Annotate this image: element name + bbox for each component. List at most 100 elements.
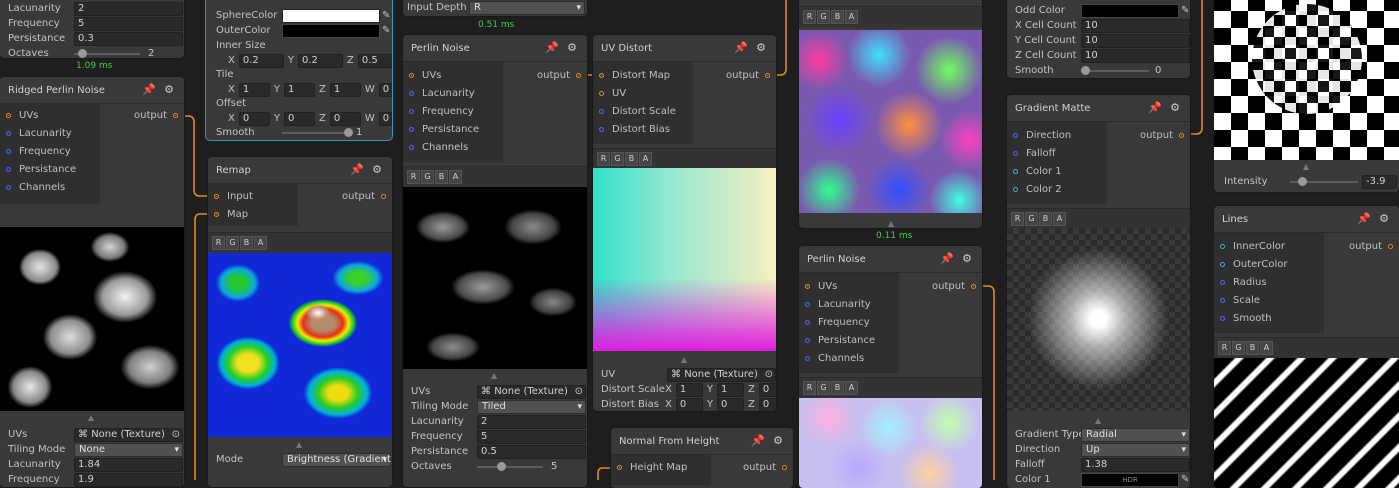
direction-dropdown[interactable]: Up — [1081, 442, 1190, 457]
channel-a-toggle[interactable]: A — [639, 152, 652, 166]
gradient-type-dropdown[interactable]: Radial — [1081, 427, 1190, 442]
channel-r-toggle[interactable]: R — [597, 152, 610, 166]
channel-b-toggle[interactable]: B — [831, 381, 844, 395]
uvs-texture-field[interactable]: ⌘ None (Texture) ⊙ — [477, 384, 586, 399]
node-header[interactable]: Normal From Height 📌 ⚙ — [611, 428, 793, 455]
input-port-channels[interactable]: Channels — [403, 138, 503, 156]
pin-icon[interactable]: 📌 — [142, 83, 156, 97]
remap-node[interactable]: Remap 📌 ⚙ Input Map output R G B A ▲ Mod… — [208, 157, 392, 487]
channel-b-toggle[interactable]: B — [1246, 341, 1259, 355]
scale-z-field[interactable]: 0 — [758, 382, 776, 397]
odd-color-swatch[interactable] — [1081, 3, 1179, 18]
input-port-lacunarity[interactable]: Lacunarity — [0, 124, 100, 142]
input-port-input[interactable]: Input — [208, 187, 298, 205]
output-port[interactable]: output — [1324, 237, 1399, 255]
scale-x-field[interactable]: 1 — [675, 382, 703, 397]
input-port-uv[interactable]: UV — [593, 84, 693, 102]
gear-icon[interactable]: ⚙ — [754, 41, 768, 55]
smooth-value[interactable]: 1 — [356, 127, 362, 138]
collapse-arrow-icon[interactable]: ▲ — [681, 355, 687, 364]
distort-preview-node[interactable]: R G B A — [799, 0, 982, 228]
input-port-distort-map[interactable]: Distort Map — [593, 66, 693, 84]
input-port-channels[interactable]: Channels — [799, 349, 899, 367]
gradient-matte-node[interactable]: Gradient Matte 📌 ⚙ Direction Falloff Col… — [1007, 95, 1190, 488]
smooth-slider[interactable] — [1081, 65, 1149, 75]
node-header[interactable]: Perlin Noise 📌 ⚙ — [403, 35, 587, 62]
gear-icon[interactable]: ⚙ — [370, 163, 384, 177]
y-cell-count-field[interactable]: 10 — [1081, 33, 1190, 48]
output-port[interactable]: output — [1107, 126, 1190, 144]
octaves-value[interactable]: 5 — [551, 461, 557, 472]
scale-y-field[interactable]: 1 — [716, 382, 744, 397]
channel-a-toggle[interactable]: A — [1260, 341, 1273, 355]
octaves-slider[interactable] — [74, 48, 140, 58]
persistance-field[interactable]: 0.3 — [74, 31, 183, 46]
gear-icon[interactable]: ⚙ — [162, 83, 176, 97]
lacunarity-field[interactable]: 1.84 — [74, 457, 183, 472]
channel-b-toggle[interactable]: B — [240, 236, 253, 250]
eyedropper-icon[interactable]: ✎ — [382, 25, 390, 36]
frequency-field[interactable]: 5 — [74, 16, 183, 31]
input-port-scale[interactable]: Scale — [1214, 291, 1324, 309]
channel-a-toggle[interactable]: A — [449, 170, 462, 184]
perlin-noise-node-2[interactable]: Perlin Noise 📌 ⚙ UVs Lacunarity Frequenc… — [799, 246, 982, 488]
node-header[interactable]: Lines 📌 ⚙ — [1214, 206, 1399, 233]
lines-node[interactable]: Lines 📌 ⚙ InnerColor OuterColor Radius S… — [1214, 206, 1399, 488]
pin-icon[interactable]: 📌 — [545, 41, 559, 55]
node-header[interactable]: Perlin Noise 📌 ⚙ — [799, 246, 982, 273]
channel-a-toggle[interactable]: A — [1053, 212, 1066, 226]
input-port-uvs[interactable]: UVs — [0, 106, 100, 124]
circles-node[interactable]: ▲ Intensity -3.9 — [1214, 0, 1399, 192]
collapse-arrow-icon[interactable]: ▲ — [1095, 416, 1101, 425]
input-port-frequency[interactable]: Frequency — [0, 142, 100, 160]
input-port-color-2[interactable]: Color 2 — [1007, 180, 1107, 198]
input-port-persistance[interactable]: Persistance — [0, 160, 100, 178]
eyedropper-icon[interactable]: ✎ — [1181, 5, 1189, 16]
input-port-map[interactable]: Map — [208, 205, 298, 223]
uvs-texture-field[interactable]: ⌘ None (Texture) ⊙ — [74, 427, 183, 442]
tile-y-field[interactable]: 1 — [283, 82, 315, 97]
pin-icon[interactable]: 📌 — [940, 252, 954, 266]
outer-color-swatch[interactable] — [282, 23, 380, 38]
input-port-distort-scale[interactable]: Distort Scale — [593, 102, 693, 120]
bias-z-field[interactable]: 0 — [758, 397, 776, 411]
collapse-arrow-icon[interactable]: ▲ — [88, 413, 94, 422]
output-port[interactable]: output — [298, 187, 392, 205]
input-port-frequency[interactable]: Frequency — [403, 102, 503, 120]
gear-icon[interactable]: ⚙ — [565, 41, 579, 55]
channel-b-toggle[interactable]: B — [831, 10, 844, 24]
input-port-color-1[interactable]: Color 1 — [1007, 162, 1107, 180]
uv-texture-field[interactable]: ⌘ None (Texture) ⊙ — [667, 367, 776, 382]
input-port-persistance[interactable]: Persistance — [799, 331, 899, 349]
channel-r-toggle[interactable]: R — [1011, 212, 1024, 226]
uv-distort-node[interactable]: UV Distort 📌 ⚙ Distort Map UV Distort Sc… — [593, 35, 776, 411]
checker-node[interactable]: Odd Color ✎ X Cell Count 10 Y Cell Count… — [1007, 0, 1190, 78]
node-header[interactable]: Ridged Perlin Noise 📌 ⚙ — [0, 77, 184, 104]
intensity-slider[interactable] — [1290, 176, 1358, 186]
node-header[interactable]: Remap 📌 ⚙ — [208, 157, 392, 184]
bias-y-field[interactable]: 0 — [716, 397, 744, 411]
collapse-arrow-icon[interactable]: ▲ — [1303, 162, 1309, 171]
channel-g-toggle[interactable]: G — [421, 170, 434, 184]
z-cell-count-field[interactable]: 10 — [1081, 48, 1190, 63]
octaves-slider[interactable] — [477, 461, 543, 471]
channel-b-toggle[interactable]: B — [625, 152, 638, 166]
pin-icon[interactable]: 📌 — [1357, 212, 1371, 226]
input-port-persistance[interactable]: Persistance — [403, 120, 503, 138]
node-header[interactable]: UV Distort 📌 ⚙ — [593, 35, 776, 62]
smooth-value[interactable]: 0 — [1155, 65, 1161, 76]
tile-z-field[interactable]: 1 — [329, 82, 361, 97]
persistance-field[interactable]: 0.5 — [477, 444, 586, 459]
pin-icon[interactable]: 📌 — [350, 163, 364, 177]
input-port-frequency[interactable]: Frequency — [799, 313, 899, 331]
lacunarity-field[interactable]: 2 — [74, 1, 183, 16]
octaves-value[interactable]: 2 — [148, 48, 154, 58]
output-port[interactable]: output — [100, 106, 184, 124]
input-port-distort-bias[interactable]: Distort Bias — [593, 120, 693, 138]
input-port-inner-color[interactable]: InnerColor — [1214, 237, 1324, 255]
sphere-node[interactable]: SphereColor ✎ OuterColor ✎ Inner Size X0… — [206, 0, 392, 140]
mode-dropdown[interactable]: Brightness (Gradient) — [282, 452, 392, 467]
gear-icon[interactable]: ⚙ — [771, 434, 785, 448]
collapse-arrow-icon[interactable]: ▲ — [296, 440, 302, 449]
frequency-field[interactable]: 5 — [477, 429, 586, 444]
